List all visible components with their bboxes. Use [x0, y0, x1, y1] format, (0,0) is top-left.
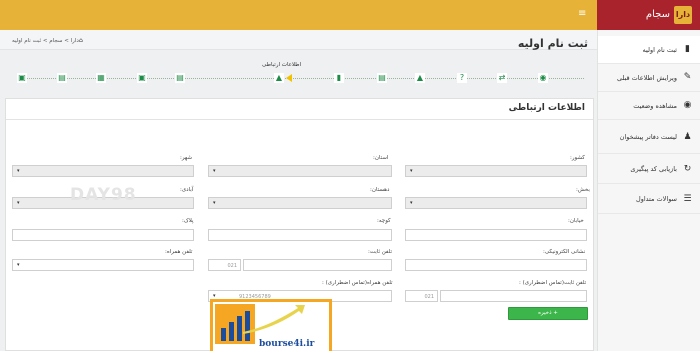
card-icon[interactable]: ▤ [57, 73, 67, 83]
factory-icon[interactable]: ▣ [137, 73, 147, 83]
select-marker: ▾ [17, 200, 20, 206]
bank-icon[interactable]: ▣ [17, 73, 27, 83]
phone-input[interactable] [243, 259, 392, 271]
plaque-label: پلاک: [182, 218, 194, 224]
home-icon[interactable]: ⌂ [79, 37, 83, 44]
mobile-label: تلفن همراه: [165, 249, 193, 255]
sidebar-item-initial-registration[interactable]: ▮ ثبت نام اولیه [598, 36, 700, 64]
phone-code-input[interactable]: 021 [208, 259, 241, 271]
select-marker: ▾ [17, 262, 20, 268]
money-icon[interactable]: ◉ [538, 73, 548, 83]
tree-icon[interactable]: ▲ [415, 73, 425, 83]
page-title: ثبت نام اولیه [517, 37, 588, 50]
list-icon[interactable]: ▦ [96, 73, 106, 83]
emergency-phone-code: 021 [424, 294, 434, 300]
sidebar-item-view-status[interactable]: ◉ مشاهده وضعیت [598, 92, 700, 120]
top-bar: ≡ [0, 0, 597, 30]
logo-frame: bourse4i.ir [213, 302, 329, 351]
bookmark-icon[interactable]: ▮ [334, 73, 344, 83]
country-label: کشور: [570, 155, 585, 161]
phone-code: 021 [227, 263, 237, 269]
village-select[interactable]: ▾ [208, 197, 392, 209]
card-icon[interactable]: ▤ [175, 73, 185, 83]
card-icon[interactable]: ▤ [377, 73, 387, 83]
city-label: شهر: [180, 155, 193, 161]
user-icon: ♟ [683, 132, 692, 142]
brand-logo[interactable]: دارا [674, 6, 692, 24]
brand-name[interactable]: سجام [646, 9, 670, 21]
watermark: DAY98 [70, 185, 137, 205]
province-label: استان: [373, 155, 389, 161]
eye-icon: ◉ [683, 100, 692, 110]
sidebar: ▮ ثبت نام اولیه ✎ ویرایش اطلاعات قبلی ◉ … [597, 30, 700, 351]
breadcrumb-text[interactable]: دارا > سجام > ثبت نام اولیه [12, 38, 79, 45]
panel-title: اطلاعات ارتباطی [508, 103, 585, 113]
country-select[interactable]: ▾ [405, 165, 587, 177]
sidebar-item-label: سوالات متداول [635, 195, 677, 203]
street-input[interactable] [405, 229, 587, 241]
abadi-label: آبادی: [180, 187, 194, 193]
sidebar-item-recover-code[interactable]: ↻ بازیابی کد پیگیری [598, 154, 700, 184]
breadcrumb: ⌂ دارا > سجام > ثبت نام اولیه [0, 30, 597, 50]
select-marker: ▾ [213, 168, 216, 174]
brand-bar: دارا سجام [597, 0, 700, 30]
current-step-arrow [286, 74, 292, 82]
sidebar-item-faq[interactable]: ☰ سوالات متداول [598, 184, 700, 214]
emergency-phone-code-input[interactable]: 021 [405, 290, 438, 302]
email-input[interactable] [405, 259, 587, 271]
step-wizard: ▣ ▤ ▦ ▣ ▤ ▲ اطلاعات ارتباطی ▮ ▤ ▲ ? ⇄ ◉ [10, 60, 592, 96]
sidebar-item-label: ویرایش اطلاعات قبلی [616, 74, 677, 82]
menu-icon[interactable]: ≡ [578, 9, 586, 19]
emergency-phone-input[interactable] [440, 290, 587, 302]
section-select[interactable]: ▾ [405, 197, 587, 209]
province-select[interactable]: ▾ [208, 165, 392, 177]
section-label: بخش: [576, 187, 590, 193]
refresh-icon: ↻ [683, 164, 692, 174]
file-icon: ▮ [685, 44, 690, 54]
graduation-icon[interactable]: ▲ [274, 73, 284, 83]
select-marker: ▾ [17, 168, 20, 174]
sidebar-item-counter-offices[interactable]: ♟ لیست دفاتر پیشخوان [598, 120, 700, 154]
emergency-mobile-label: تلفن همراه(تماس اضطراری) : [322, 280, 393, 286]
select-marker: ▾ [410, 200, 413, 206]
email-label: نشانی الکترونیکی: [543, 249, 586, 255]
emergency-phone-label: تلفن ثابت(تماس اضطراری) : [519, 280, 587, 286]
phone-label: تلفن ثابت: [368, 249, 393, 255]
shuffle-icon[interactable]: ⇄ [497, 73, 507, 83]
divider [6, 119, 593, 120]
plaque-input[interactable] [12, 229, 194, 241]
current-step-label: اطلاعات ارتباطی [262, 62, 302, 68]
list-icon: ☰ [683, 194, 692, 204]
sidebar-item-edit-info[interactable]: ✎ ویرایش اطلاعات قبلی [598, 64, 700, 92]
select-marker: ▾ [213, 200, 216, 206]
city-select[interactable]: ▾ [12, 165, 194, 177]
mobile-input[interactable]: ▾ [12, 259, 194, 271]
select-marker: ▾ [410, 168, 413, 174]
street-label: خیابان: [568, 218, 584, 224]
alley-label: کوچه: [377, 218, 391, 224]
bourse4i-logo: bourse4i.ir [210, 299, 332, 351]
sidebar-item-label: لیست دفاتر پیشخوان [619, 133, 677, 141]
sidebar-item-label: بازیابی کد پیگیری [630, 165, 677, 173]
edit-icon: ✎ [683, 72, 692, 82]
help-icon[interactable]: ? [457, 73, 467, 83]
logo-text: bourse4i.ir [259, 339, 315, 349]
sidebar-item-label: مشاهده وضعیت [633, 102, 677, 110]
alley-input[interactable] [208, 229, 392, 241]
sidebar-item-label: ثبت نام اولیه [642, 46, 677, 54]
save-button[interactable]: ذخیره + [508, 307, 588, 320]
village-label: دهستان: [370, 187, 390, 193]
